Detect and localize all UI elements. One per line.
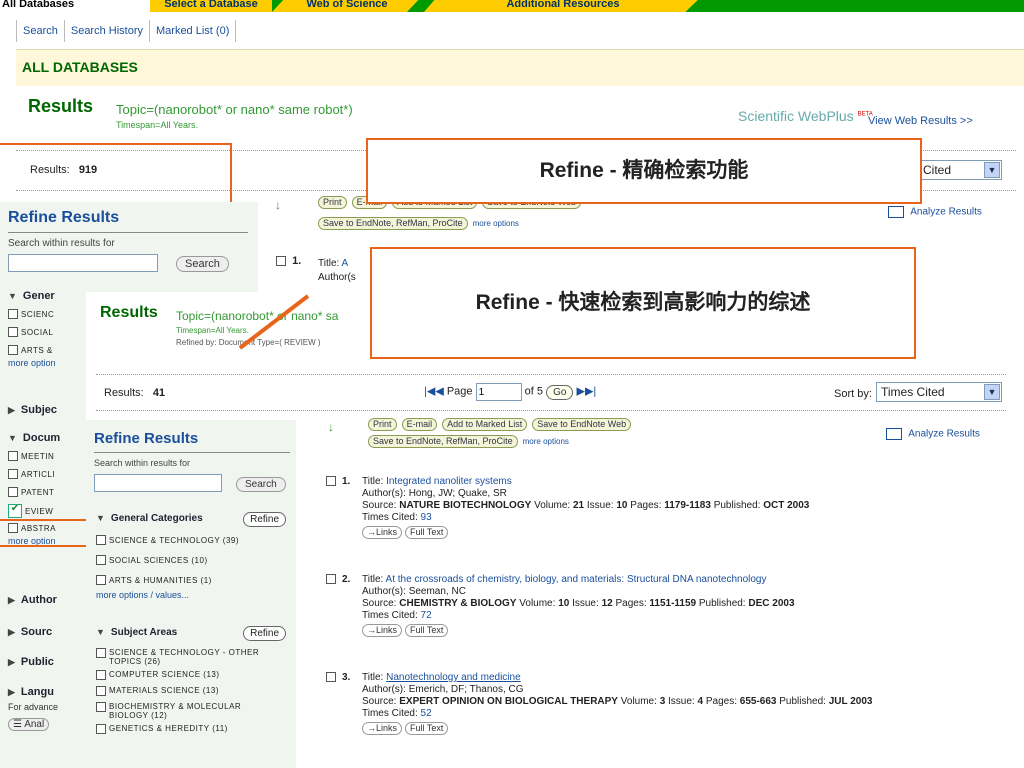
callout-pointer (238, 294, 310, 350)
pointer-line (238, 294, 310, 350)
